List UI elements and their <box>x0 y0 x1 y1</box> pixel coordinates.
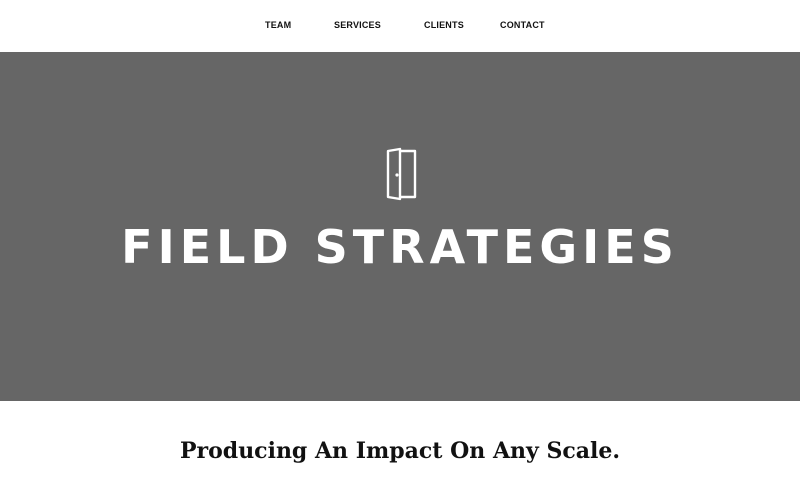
top-navigation: TEAM SERVICES CLIENTS CONTACT <box>0 0 800 52</box>
page: TEAM SERVICES CLIENTS CONTACT FIELD STRA… <box>0 0 800 500</box>
tagline-heading: Producing An Impact On Any Scale. <box>180 438 620 464</box>
hero-banner: FIELD STRATEGIES <box>0 52 800 401</box>
door-icon <box>386 147 417 201</box>
hero-title: FIELD STRATEGIES <box>121 220 679 274</box>
nav-link-contact[interactable]: CONTACT <box>500 19 545 31</box>
nav-link-team[interactable]: TEAM <box>265 19 291 31</box>
nav-link-clients[interactable]: CLIENTS <box>424 19 464 31</box>
nav-link-services[interactable]: SERVICES <box>334 19 381 31</box>
